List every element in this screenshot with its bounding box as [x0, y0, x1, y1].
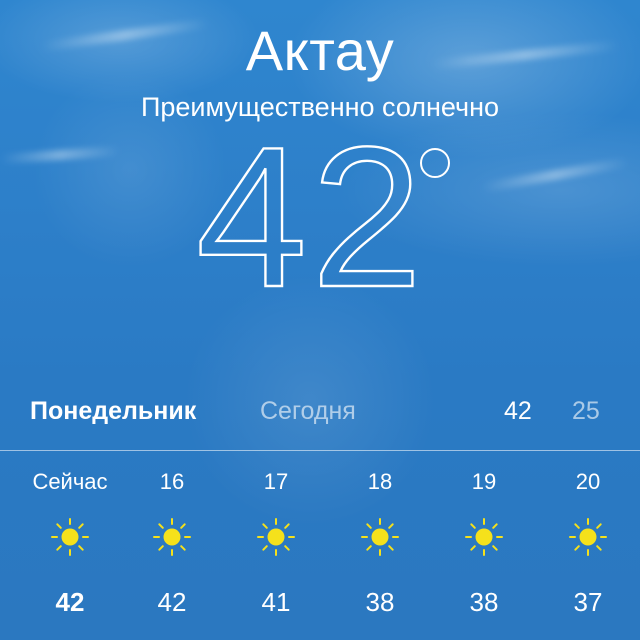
- cloud-streak: [0, 145, 121, 165]
- sun-icon: [465, 518, 503, 556]
- hour-item: Сейчас 42: [20, 465, 120, 630]
- current-temperature: 42: [195, 106, 427, 329]
- hour-label: Сейчас: [32, 469, 108, 494]
- hour-temperature: 42: [55, 587, 85, 617]
- hourly-forecast[interactable]: Сейчас 42 16 42 17 41 18 38 19 38 20 37: [0, 465, 640, 635]
- low-temperature: 25: [572, 397, 600, 425]
- hour-label: 19: [471, 469, 497, 494]
- today-summary-row: Понедельник Сегодня 42 25: [0, 395, 640, 433]
- hour-item: 17 41: [226, 465, 326, 630]
- sun-icon: [569, 518, 607, 556]
- hour-temperature: 37: [573, 587, 603, 617]
- city-name: Актау: [245, 19, 395, 82]
- hour-label: 17: [263, 469, 289, 494]
- hour-temperature: 38: [469, 587, 499, 617]
- hour-label: 18: [367, 469, 393, 494]
- hour-item: 18 38: [330, 465, 430, 630]
- hour-item: 20 37: [538, 465, 638, 630]
- hour-label: 20: [575, 469, 601, 494]
- hour-temperature: 41: [261, 587, 291, 617]
- sun-icon: [51, 518, 89, 556]
- hour-item: 19 38: [434, 465, 534, 630]
- hour-temperature: 38: [365, 587, 395, 617]
- weather-screen: Актау Преимущественно солнечно 42 Понеде…: [0, 0, 640, 640]
- high-temperature: 42: [504, 397, 532, 425]
- day-name: Понедельник: [30, 397, 197, 425]
- hour-item: 16 42: [122, 465, 222, 630]
- divider: [0, 450, 640, 451]
- sun-icon: [257, 518, 295, 556]
- degree-symbol: [420, 148, 450, 178]
- hour-temperature: 42: [157, 587, 187, 617]
- sun-icon: [361, 518, 399, 556]
- today-label: Сегодня: [260, 397, 356, 425]
- cloud-streak: [480, 157, 630, 193]
- hour-label: 16: [159, 469, 185, 494]
- sun-icon: [153, 518, 191, 556]
